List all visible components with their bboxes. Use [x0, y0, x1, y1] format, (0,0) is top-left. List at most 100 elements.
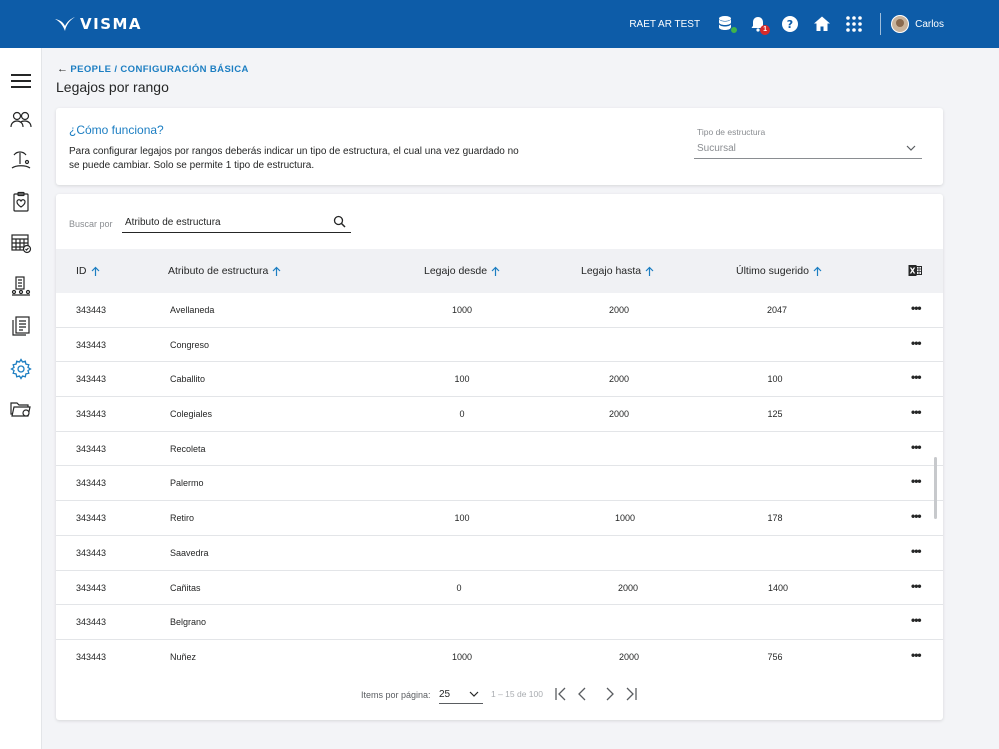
table-card: Buscar por ID Atributo de estructura Leg…	[56, 194, 943, 720]
table-header: ID Atributo de estructura Legajo desde L…	[56, 249, 943, 293]
top-bar: VISMA RAET AR TEST 1 ? Carlos	[0, 0, 999, 48]
help-icon[interactable]: ?	[779, 13, 801, 35]
cell-legajo-desde: 0	[456, 582, 462, 593]
row-actions-icon[interactable]: •••	[911, 371, 923, 386]
structure-type-label: Tipo de estructura	[697, 127, 766, 137]
bell-icon[interactable]: 1	[747, 13, 771, 35]
table-row[interactable]: 343443 Nuñez 1000 2000 756 •••	[56, 640, 943, 675]
row-actions-icon[interactable]: •••	[911, 545, 923, 560]
search-box[interactable]	[122, 212, 351, 233]
next-page-button[interactable]	[602, 685, 618, 703]
cell-attribute: Caballito	[170, 374, 206, 385]
column-header-ultimo-sugerido[interactable]: Último sugerido	[736, 265, 822, 277]
cell-id: 343443	[76, 513, 107, 524]
row-actions-icon[interactable]: •••	[911, 337, 923, 352]
table-row[interactable]: 343443 Retiro 100 1000 178 •••	[56, 501, 943, 536]
chevron-down-icon	[469, 691, 479, 697]
topbar-divider	[880, 13, 882, 35]
menu-icon[interactable]	[8, 68, 34, 94]
clipboard-icon[interactable]	[8, 189, 34, 215]
items-per-page-select[interactable]: 25	[439, 685, 483, 704]
cell-legajo-desde: 100	[454, 513, 470, 524]
home-icon[interactable]	[811, 13, 833, 35]
row-actions-icon[interactable]: •••	[911, 406, 923, 421]
company-name[interactable]: RAET AR TEST	[629, 19, 700, 30]
search-icon[interactable]	[333, 215, 346, 228]
documents-icon[interactable]	[8, 313, 34, 339]
table-row[interactable]: 343443 Avellaneda 1000 2000 2047 •••	[56, 293, 943, 328]
cell-id: 343443	[76, 478, 107, 489]
vacation-icon[interactable]	[8, 147, 34, 173]
cell-id: 343443	[76, 547, 107, 558]
cell-legajo-hasta: 2000	[608, 305, 630, 315]
column-header-legajo-desde-label: Legajo desde	[424, 265, 488, 277]
svg-text:X: X	[910, 267, 916, 276]
scrollbar[interactable]	[934, 457, 937, 519]
last-page-button[interactable]	[623, 685, 639, 703]
breadcrumb-separator: /	[114, 63, 118, 75]
cell-id: 343443	[76, 651, 107, 662]
cell-attribute: Congreso	[170, 339, 210, 350]
search-label: Buscar por	[69, 219, 113, 229]
page-title: Legajos por rango	[56, 79, 169, 95]
back-arrow-icon[interactable]: ←	[57, 63, 68, 75]
table-row[interactable]: 343443 Cañitas 0 2000 1400 •••	[56, 571, 943, 606]
user-name[interactable]: Carlos	[915, 19, 944, 30]
table-row[interactable]: 343443 Recoleta •••	[56, 432, 943, 467]
table-row[interactable]: 343443 Saavedra •••	[56, 536, 943, 571]
cell-attribute: Nuñez	[170, 651, 197, 662]
table-row[interactable]: 343443 Caballito 100 2000 100 •••	[56, 362, 943, 398]
table-row[interactable]: 343443 Palermo •••	[56, 466, 943, 502]
row-actions-icon[interactable]: •••	[911, 302, 923, 317]
cell-legajo-hasta: 2000	[617, 582, 639, 593]
cell-id: 343443	[76, 305, 107, 315]
cell-legajo-desde: 0	[459, 409, 465, 420]
cell-attribute: Retiro	[170, 513, 195, 524]
column-header-attribute[interactable]: Atributo de estructura	[168, 265, 281, 277]
settings-icon[interactable]	[8, 356, 34, 382]
sort-arrow-up-icon	[813, 266, 822, 276]
calendar-icon[interactable]	[8, 230, 34, 256]
column-header-legajo-hasta[interactable]: Legajo hasta	[581, 265, 654, 277]
cell-legajo-desde: 100	[454, 374, 470, 385]
column-header-legajo-desde[interactable]: Legajo desde	[424, 265, 500, 277]
table-row[interactable]: 343443 Belgrano •••	[56, 605, 943, 640]
chevron-down-icon	[906, 145, 916, 151]
pagination: Items por página: 25 1 – 15 de 100	[56, 685, 943, 709]
sort-arrow-up-icon	[272, 266, 281, 276]
sort-arrow-up-icon	[491, 266, 500, 276]
database-icon[interactable]	[715, 13, 739, 35]
visma-logo-icon	[55, 17, 75, 31]
visma-logo[interactable]: VISMA	[54, 14, 142, 34]
table-body: 343443 Avellaneda 1000 2000 2047 ••• 343443 Con…	[56, 293, 943, 675]
row-actions-icon[interactable]: •••	[911, 614, 923, 629]
previous-page-button[interactable]	[574, 685, 590, 703]
organization-icon[interactable]	[8, 273, 34, 299]
cell-id: 343443	[76, 374, 107, 385]
table-row[interactable]: 343443 Colegiales 0 2000 125 •••	[56, 397, 943, 432]
people-icon[interactable]	[8, 106, 34, 132]
table-row[interactable]: 343443 Congreso •••	[56, 328, 943, 363]
cell-attribute: Palermo	[170, 478, 204, 489]
apps-grid-icon[interactable]	[843, 13, 865, 35]
row-actions-icon[interactable]: •••	[911, 441, 923, 456]
row-actions-icon[interactable]: •••	[911, 475, 923, 490]
row-actions-icon[interactable]: •••	[911, 580, 923, 595]
column-header-legajo-hasta-label: Legajo hasta	[581, 265, 642, 277]
structure-type-value: Sucursal	[697, 143, 736, 154]
search-input[interactable]	[125, 214, 325, 230]
excel-export-icon[interactable]: X	[908, 264, 922, 277]
breadcrumb: ← PEOPLE / CONFIGURACIÓN BÁSICA	[57, 63, 249, 75]
avatar[interactable]	[891, 15, 910, 33]
column-header-id[interactable]: ID	[76, 265, 100, 277]
cell-ultimo-sugerido: 2047	[766, 305, 788, 315]
structure-type-select[interactable]: Sucursal	[694, 139, 922, 159]
last-page-icon	[626, 687, 637, 701]
breadcrumb-current[interactable]: CONFIGURACIÓN BÁSICA	[120, 64, 248, 75]
first-page-button[interactable]	[553, 685, 569, 703]
row-actions-icon[interactable]: •••	[911, 649, 923, 664]
cell-id: 343443	[76, 409, 107, 420]
folders-icon[interactable]	[8, 396, 34, 422]
breadcrumb-people-link[interactable]: PEOPLE	[70, 64, 111, 75]
row-actions-icon[interactable]: •••	[911, 510, 923, 525]
